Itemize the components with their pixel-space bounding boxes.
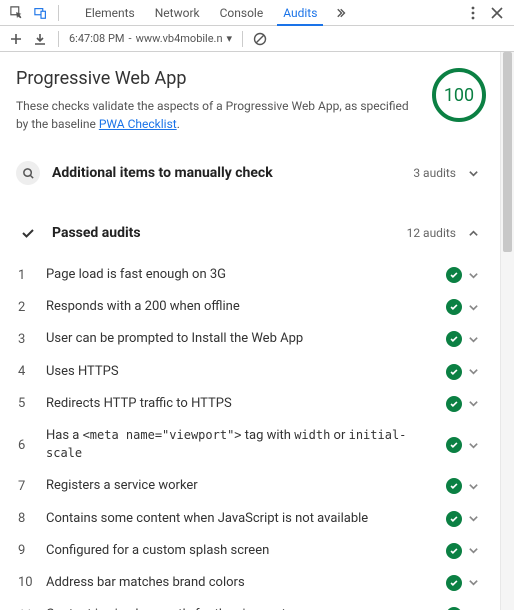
- check-icon: [16, 221, 40, 245]
- kebab-menu-icon[interactable]: [462, 2, 484, 24]
- audit-number: 8: [16, 511, 40, 526]
- section-passed: Passed audits 12 audits 1 Page load is fa…: [16, 213, 486, 610]
- clear-icon[interactable]: [253, 32, 269, 46]
- dropdown-caret-icon: ▾: [227, 32, 233, 45]
- pass-check-icon: [446, 396, 462, 412]
- audit-number: 5: [16, 396, 40, 411]
- audit-row[interactable]: 3 User can be prompted to Install the Web…: [16, 323, 486, 355]
- timestamp: 6:47:08 PM: [69, 32, 125, 45]
- report-title: Progressive Web App: [16, 68, 420, 89]
- pass-check-icon: [446, 364, 462, 380]
- audit-row[interactable]: 1 Page load is fast enough on 3G: [16, 259, 486, 291]
- pass-check-icon: [446, 267, 462, 283]
- close-icon[interactable]: [486, 2, 508, 24]
- pass-check-icon: [446, 511, 462, 527]
- chevron-down-icon: [468, 440, 486, 451]
- audit-number: 1: [16, 268, 40, 283]
- audit-title: Address bar matches brand colors: [46, 574, 440, 592]
- score-value: 100: [444, 85, 474, 106]
- audit-url: www.vb4mobile.n: [136, 32, 223, 45]
- audit-number: 9: [16, 543, 40, 558]
- chevron-down-icon: [468, 366, 486, 377]
- new-audit-icon[interactable]: [10, 33, 24, 45]
- section-passed-title: Passed audits: [52, 225, 395, 241]
- audit-title: Configured for a custom splash screen: [46, 542, 440, 560]
- section-manual-count: 3 audits: [413, 166, 456, 180]
- section-manual-title: Additional items to manually check: [52, 165, 401, 181]
- audit-run-selector[interactable]: 6:47:08 PM - www.vb4mobile.n ▾: [69, 32, 232, 45]
- chevron-down-icon: [468, 168, 486, 179]
- audit-row[interactable]: 11Content is sized correctly for the vie…: [16, 599, 486, 610]
- scroll-thumb[interactable]: [503, 52, 512, 252]
- chevron-down-icon: [468, 334, 486, 345]
- devtools-tabs: Elements Network Console Audits: [75, 0, 359, 25]
- audits-sub-toolbar: 6:47:08 PM - www.vb4mobile.n ▾: [0, 26, 514, 52]
- audit-row[interactable]: 4 Uses HTTPS: [16, 356, 486, 388]
- tab-audits[interactable]: Audits: [273, 0, 327, 25]
- section-passed-count: 12 audits: [407, 226, 456, 240]
- audit-title: Uses HTTPS: [46, 363, 440, 381]
- audit-number: 10: [16, 575, 40, 590]
- audit-title: Page load is fast enough on 3G: [46, 266, 440, 284]
- audit-row[interactable]: 10 Address bar matches brand colors: [16, 567, 486, 599]
- chevron-down-icon: [468, 545, 486, 556]
- audit-row[interactable]: 5 Redirects HTTP traffic to HTTPS: [16, 388, 486, 420]
- tab-network[interactable]: Network: [145, 0, 210, 25]
- audit-number: 7: [16, 479, 40, 494]
- audit-row[interactable]: 7 Registers a service worker: [16, 470, 486, 502]
- section-manual: Additional items to manually check 3 aud…: [16, 153, 486, 193]
- report-description: These checks validate the aspects of a P…: [16, 97, 420, 133]
- audit-number: 6: [16, 438, 40, 453]
- section-passed-header[interactable]: Passed audits 12 audits: [16, 213, 486, 253]
- tab-elements[interactable]: Elements: [75, 0, 145, 25]
- chevron-up-icon: [468, 228, 486, 239]
- tab-console[interactable]: Console: [210, 0, 274, 25]
- audit-report: Progressive Web App These checks validat…: [0, 52, 514, 610]
- audit-row[interactable]: 9 Configured for a custom splash screen: [16, 535, 486, 567]
- pass-check-icon: [446, 299, 462, 315]
- download-icon[interactable]: [34, 33, 48, 45]
- audit-title: Registers a service worker: [46, 477, 440, 495]
- audit-row[interactable]: 6 Has a <meta name="viewport"> tag with w…: [16, 420, 486, 470]
- tabs-overflow-icon[interactable]: [327, 0, 359, 25]
- audit-row[interactable]: 2 Responds with a 200 when offline: [16, 291, 486, 323]
- section-manual-header[interactable]: Additional items to manually check 3 aud…: [16, 153, 486, 193]
- audit-title: Redirects HTTP traffic to HTTPS: [46, 395, 440, 413]
- pass-check-icon: [446, 543, 462, 559]
- audit-title: Content is sized correctly for the viewp…: [46, 606, 440, 610]
- chevron-down-icon: [468, 302, 486, 313]
- audit-row[interactable]: 8 Contains some content when JavaScript i…: [16, 503, 486, 535]
- chevron-down-icon: [468, 270, 486, 281]
- audit-number: 2: [16, 300, 40, 315]
- divider: [58, 5, 59, 21]
- inspect-icon[interactable]: [6, 2, 28, 24]
- audit-title: Contains some content when JavaScript is…: [46, 510, 440, 528]
- chevron-down-icon: [468, 577, 486, 588]
- pass-check-icon: [446, 575, 462, 591]
- pwa-checklist-link[interactable]: PWA Checklist: [99, 117, 177, 131]
- audit-number: 4: [16, 364, 40, 379]
- score-gauge: 100: [432, 68, 486, 122]
- chevron-down-icon: [468, 481, 486, 492]
- scrollbar[interactable]: [500, 52, 514, 610]
- audit-title: Responds with a 200 when offline: [46, 298, 440, 316]
- chevron-down-icon: [468, 398, 486, 409]
- audit-title: Has a <meta name="viewport"> tag with wi…: [46, 427, 440, 463]
- pass-check-icon: [446, 478, 462, 494]
- pass-check-icon: [446, 331, 462, 347]
- passed-audit-list: 1 Page load is fast enough on 3G 2 Responds…: [16, 259, 486, 610]
- magnify-icon: [16, 161, 40, 185]
- devtools-top-toolbar: Elements Network Console Audits: [0, 0, 514, 26]
- device-toggle-icon[interactable]: [30, 2, 52, 24]
- audit-title: User can be prompted to Install the Web …: [46, 330, 440, 348]
- chevron-down-icon: [468, 513, 486, 524]
- audit-number: 3: [16, 332, 40, 347]
- pass-check-icon: [446, 437, 462, 453]
